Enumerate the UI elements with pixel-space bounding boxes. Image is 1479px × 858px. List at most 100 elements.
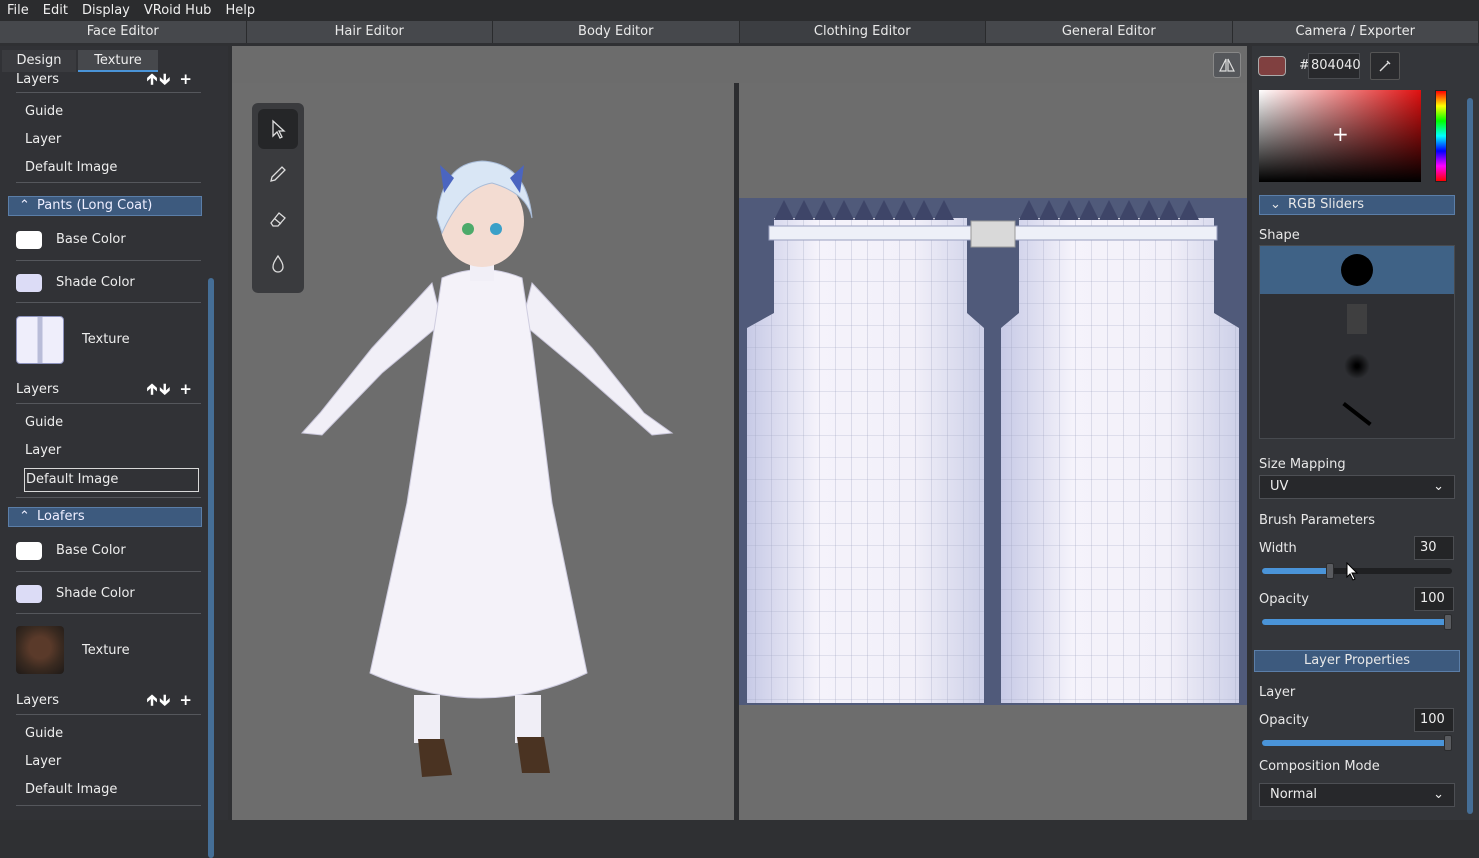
add-layer-icon[interactable]: + xyxy=(179,70,194,88)
eyedropper-button[interactable] xyxy=(1370,52,1400,80)
tab-body-editor[interactable]: Body Editor xyxy=(493,21,740,43)
layer-label: Layer xyxy=(1259,685,1295,700)
menu-help[interactable]: Help xyxy=(218,3,262,18)
texture-thumbnail[interactable] xyxy=(16,626,64,674)
shade-color-label: Shade Color xyxy=(56,275,196,290)
layer-default-image-selected[interactable]: Default Image xyxy=(24,468,199,492)
shade-color-label: Shade Color xyxy=(56,586,196,601)
left-scrollbar[interactable] xyxy=(208,278,214,858)
layer-guide[interactable]: Guide xyxy=(8,726,202,741)
right-scrollbar[interactable] xyxy=(1467,98,1473,814)
brush-shape-line[interactable] xyxy=(1342,402,1371,426)
layer-opacity-input[interactable]: 100 xyxy=(1414,708,1454,732)
base-color-swatch[interactable] xyxy=(16,231,42,249)
picker-crosshair-icon: + xyxy=(1332,124,1349,144)
layer-opacity-slider[interactable] xyxy=(1262,740,1452,746)
shade-color-swatch[interactable] xyxy=(16,274,42,292)
pen-tool-button[interactable] xyxy=(258,154,298,194)
layer-default-image[interactable]: Default Image xyxy=(8,782,202,797)
fill-tool-button[interactable] xyxy=(258,244,298,284)
composition-mode-dropdown[interactable]: Normal⌄ xyxy=(1259,783,1455,807)
composition-mode-value: Normal xyxy=(1270,787,1317,802)
brush-shape-list xyxy=(1259,245,1455,439)
layer-up-icon[interactable]: 🡱 xyxy=(147,691,160,709)
layer-up-icon[interactable]: 🡱 xyxy=(147,70,160,88)
section-header-loafers[interactable]: ⌃ Loafers xyxy=(8,507,202,527)
shade-color-swatch[interactable] xyxy=(16,585,42,603)
rgb-sliders-header[interactable]: ⌄ RGB Sliders xyxy=(1259,195,1455,215)
layer-opacity-label: Opacity xyxy=(1259,713,1309,728)
layer-up-icon[interactable]: 🡱 xyxy=(147,380,160,398)
tab-clothing-editor[interactable]: Clothing Editor xyxy=(740,21,987,43)
width-input[interactable]: 30 xyxy=(1414,536,1454,560)
layer-guide[interactable]: Guide xyxy=(8,415,202,430)
menu-file[interactable]: File xyxy=(0,3,36,18)
shape-label: Shape xyxy=(1259,228,1300,243)
layer-layer[interactable]: Layer xyxy=(8,132,202,147)
section-header-pants[interactable]: ⌃Pants (Long Coat) xyxy=(8,196,202,216)
menu-display[interactable]: Display xyxy=(75,3,137,18)
mirror-toggle-button[interactable] xyxy=(1213,52,1241,78)
tab-design[interactable]: Design xyxy=(2,50,76,72)
rgb-sliders-label: RGB Sliders xyxy=(1288,197,1364,212)
drop-icon xyxy=(268,254,288,274)
layer-down-icon[interactable]: 🡳 xyxy=(159,380,172,398)
brush-shape-texture[interactable] xyxy=(1347,304,1367,334)
section-title: Loafers xyxy=(37,509,85,524)
eraser-icon xyxy=(268,209,288,229)
layer-properties-header[interactable]: Layer Properties xyxy=(1254,650,1460,672)
eyedropper-icon xyxy=(1378,59,1392,73)
menu-vroid-hub[interactable]: VRoid Hub xyxy=(137,3,219,18)
brush-shape-round[interactable] xyxy=(1260,246,1454,294)
brush-parameters-label: Brush Parameters xyxy=(1259,513,1375,528)
section-title: Pants (Long Coat) xyxy=(37,198,152,213)
size-mapping-dropdown[interactable]: UV⌄ xyxy=(1259,475,1455,499)
menu-bar: File Edit Display VRoid Hub Help xyxy=(0,0,1479,21)
chevron-down-icon: ⌄ xyxy=(1433,476,1444,498)
layer-down-icon[interactable]: 🡳 xyxy=(159,691,172,709)
layer-guide[interactable]: Guide xyxy=(8,104,202,119)
uv-texture-canvas[interactable] xyxy=(739,83,1247,820)
texture-pattern xyxy=(739,83,1247,820)
tab-hair-editor[interactable]: Hair Editor xyxy=(247,21,494,43)
texture-label: Texture xyxy=(82,643,182,658)
texture-thumbnail[interactable] xyxy=(16,316,64,364)
layer-buttons: 🡱🡳 + xyxy=(147,690,194,715)
current-color-swatch[interactable] xyxy=(1258,56,1286,76)
base-color-swatch[interactable] xyxy=(16,542,42,560)
chevron-down-icon: ⌄ xyxy=(1270,196,1280,214)
composition-mode-label: Composition Mode xyxy=(1259,759,1380,774)
hue-slider[interactable] xyxy=(1435,90,1447,182)
add-layer-icon[interactable]: + xyxy=(179,380,194,398)
tab-face-editor[interactable]: Face Editor xyxy=(0,21,247,43)
add-layer-icon[interactable]: + xyxy=(179,691,194,709)
tab-general-editor[interactable]: General Editor xyxy=(986,21,1233,43)
layer-layer[interactable]: Layer xyxy=(8,754,202,769)
eraser-tool-button[interactable] xyxy=(258,199,298,239)
menu-edit[interactable]: Edit xyxy=(36,3,75,18)
part-list: Layers 🡱🡳 + Guide Layer Default Image ⌃P… xyxy=(8,72,202,820)
select-tool-button[interactable] xyxy=(258,109,298,149)
base-color-label: Base Color xyxy=(56,543,196,558)
brush-shape-soft[interactable] xyxy=(1344,353,1370,379)
hex-input[interactable]: 804040 xyxy=(1308,53,1360,79)
round-brush-icon xyxy=(1341,254,1373,286)
layer-layer[interactable]: Layer xyxy=(8,443,202,458)
layer-down-icon[interactable]: 🡳 xyxy=(159,70,172,88)
chevron-up-icon: ⌃ xyxy=(19,508,29,526)
opacity-slider[interactable] xyxy=(1262,619,1452,625)
3d-viewport[interactable] xyxy=(232,83,734,820)
right-panel: # 804040 + ⌄RGB Sliders Shape Size Mappi… xyxy=(1252,46,1479,820)
opacity-input[interactable]: 100 xyxy=(1414,587,1454,611)
pen-icon xyxy=(268,164,288,184)
mouse-cursor-icon xyxy=(1346,562,1360,582)
opacity-label: Opacity xyxy=(1259,592,1309,607)
cursor-icon xyxy=(268,119,288,139)
viewport-toolbar xyxy=(232,46,1247,83)
texture-label: Texture xyxy=(82,332,182,347)
avatar-model xyxy=(232,83,734,820)
layer-default-image[interactable]: Default Image xyxy=(8,160,202,175)
layer-buttons: 🡱🡳 + xyxy=(147,379,194,404)
tab-camera-exporter[interactable]: Camera / Exporter xyxy=(1233,21,1479,43)
color-saturation-picker[interactable]: + xyxy=(1259,90,1421,182)
